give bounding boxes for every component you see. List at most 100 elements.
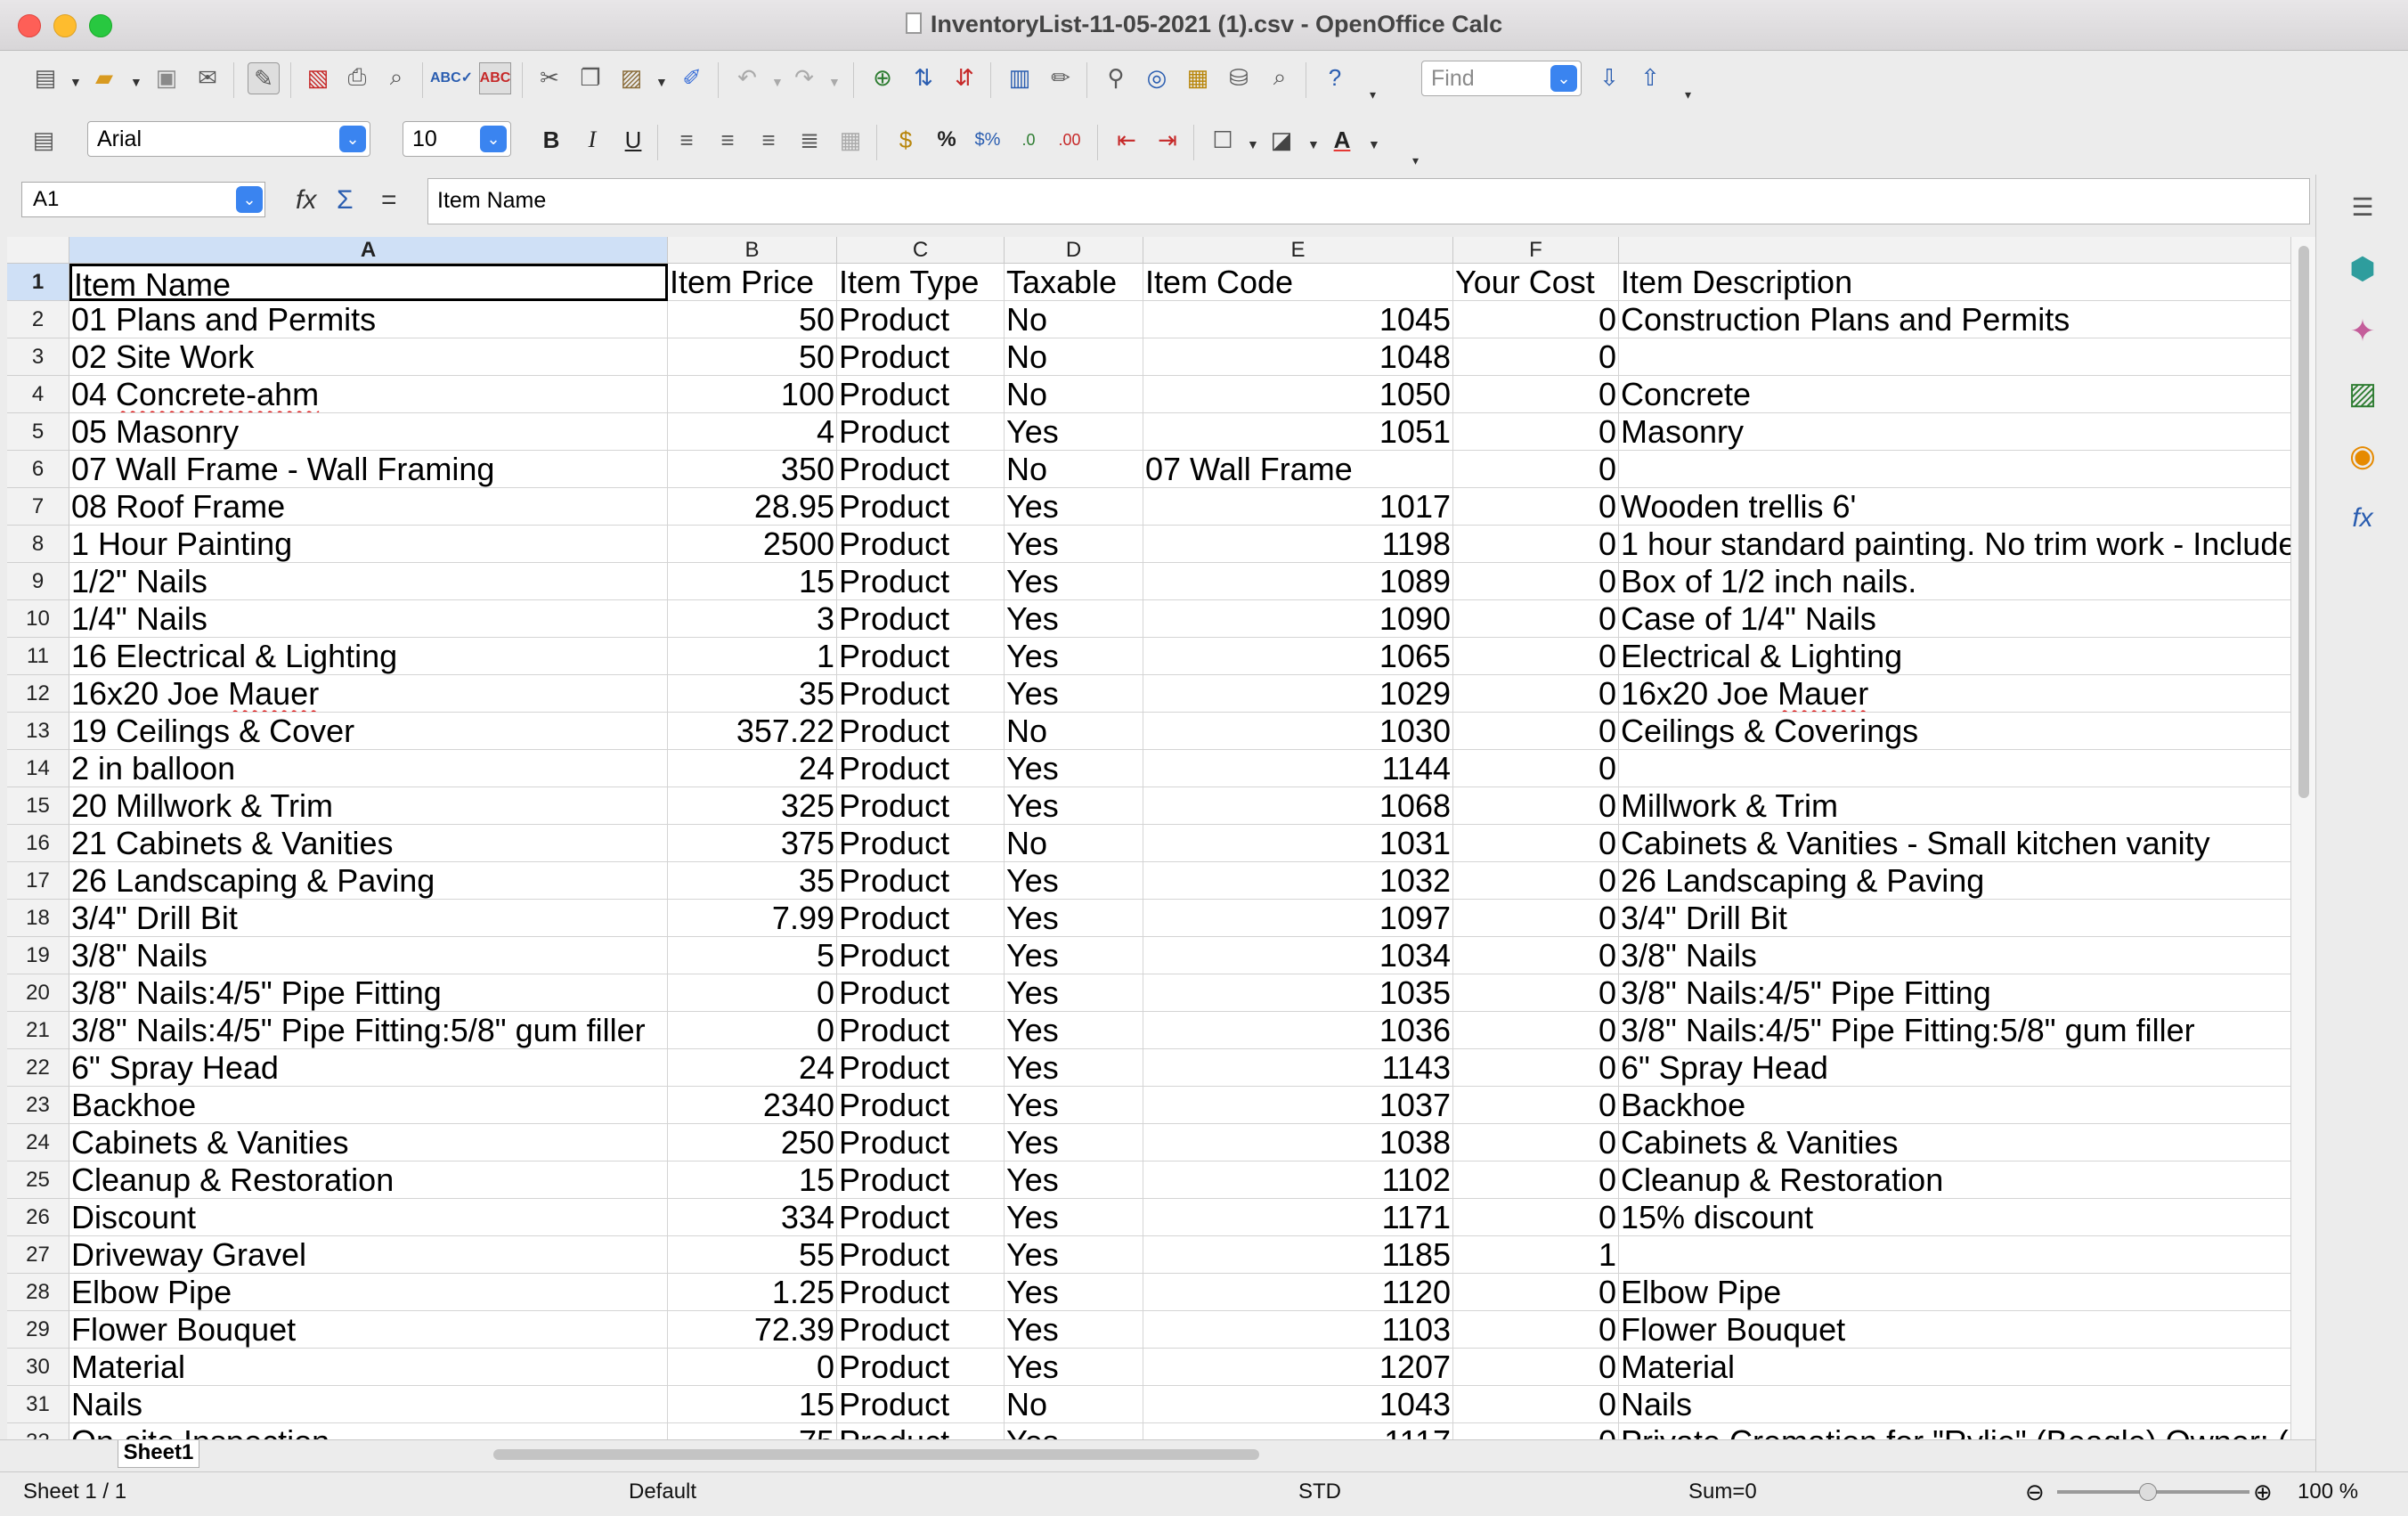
- cell-your-cost[interactable]: 0: [1453, 1012, 1619, 1049]
- cell-taxable[interactable]: Yes: [1005, 1423, 1143, 1439]
- vertical-scrollbar[interactable]: [2290, 237, 2316, 1439]
- cell-item-name[interactable]: 1/4" Nails: [69, 600, 668, 638]
- cell-taxable[interactable]: Yes: [1005, 787, 1143, 825]
- paste-icon[interactable]: ▨: [616, 62, 647, 93]
- find-previous-icon[interactable]: ⇧: [1635, 62, 1665, 93]
- cell-item-type[interactable]: Product: [837, 1012, 1005, 1049]
- new-document-icon[interactable]: ▤: [30, 62, 61, 93]
- cell-item-type[interactable]: Product: [837, 900, 1005, 937]
- cell-item-name[interactable]: 3/8" Nails: [69, 937, 668, 974]
- row-header[interactable]: 22: [7, 1049, 69, 1087]
- cell-item-code[interactable]: 1171: [1143, 1199, 1453, 1236]
- row-header[interactable]: 3: [7, 338, 69, 376]
- cell-item-name[interactable]: Backhoe: [69, 1087, 668, 1124]
- cell-item-price[interactable]: 75: [668, 1423, 837, 1439]
- cell-item-type[interactable]: Product: [837, 974, 1005, 1012]
- sidebar-menu-icon[interactable]: ☰: [2343, 187, 2382, 226]
- cell-item-description[interactable]: 3/8" Nails:4/5" Pipe Fitting:5/8" gum fi…: [1619, 1012, 2290, 1049]
- cell-taxable[interactable]: Yes: [1005, 600, 1143, 638]
- cell-item-type[interactable]: Product: [837, 376, 1005, 413]
- functions-panel-icon[interactable]: fx: [2343, 499, 2382, 538]
- cell-taxable[interactable]: Yes: [1005, 1349, 1143, 1386]
- cell-item-price[interactable]: 72.39: [668, 1311, 837, 1349]
- cell-item-description[interactable]: Box of 1/2 inch nails.: [1619, 563, 2290, 600]
- cell-item-price[interactable]: 50: [668, 338, 837, 376]
- cell-taxable[interactable]: Yes: [1005, 1311, 1143, 1349]
- cell-item-description[interactable]: 6" Spray Head: [1619, 1049, 2290, 1087]
- row-header[interactable]: 2: [7, 301, 69, 338]
- cell-taxable[interactable]: Yes: [1005, 900, 1143, 937]
- cell-item-code[interactable]: 1050: [1143, 376, 1453, 413]
- cell-item-name[interactable]: 1 Hour Painting: [69, 526, 668, 563]
- cell-item-price[interactable]: 50: [668, 301, 837, 338]
- row-header[interactable]: 12: [7, 675, 69, 713]
- autospellcheck-icon[interactable]: ABC: [479, 62, 511, 94]
- email-icon[interactable]: ✉: [192, 62, 223, 93]
- font-color-dropdown-icon[interactable]: ▼: [1368, 137, 1380, 151]
- cell-item-code[interactable]: 1038: [1143, 1124, 1453, 1161]
- cell-item-name[interactable]: On-site Inspection: [69, 1423, 668, 1439]
- cell-item-code[interactable]: 1185: [1143, 1236, 1453, 1274]
- cell-item-price[interactable]: 2340: [668, 1087, 837, 1124]
- row-header[interactable]: 24: [7, 1124, 69, 1161]
- cell-item-description[interactable]: [1619, 750, 2290, 787]
- page-preview-icon[interactable]: ⌕: [381, 62, 411, 93]
- cell-item-name[interactable]: 16 Electrical & Lighting: [69, 638, 668, 675]
- align-left-icon[interactable]: ≡: [671, 125, 702, 155]
- cell-your-cost[interactable]: 0: [1453, 1161, 1619, 1199]
- cell-item-description[interactable]: 3/8" Nails: [1619, 937, 2290, 974]
- zoom-slider-handle[interactable]: [2139, 1483, 2157, 1501]
- standard-format-icon[interactable]: $%: [972, 125, 1003, 155]
- spellcheck-icon[interactable]: ABC✓: [430, 62, 473, 93]
- decrease-indent-icon[interactable]: ⇤: [1111, 125, 1142, 155]
- cell-taxable[interactable]: Yes: [1005, 1274, 1143, 1311]
- cell-item-name[interactable]: 6" Spray Head: [69, 1049, 668, 1087]
- row-header[interactable]: 25: [7, 1161, 69, 1199]
- cell-your-cost[interactable]: 0: [1453, 1199, 1619, 1236]
- cell-item-name[interactable]: 3/8" Nails:4/5" Pipe Fitting: [69, 974, 668, 1012]
- cell-item-type[interactable]: Product: [837, 1199, 1005, 1236]
- cell-item-name[interactable]: Item Name: [69, 264, 668, 301]
- cell-item-description[interactable]: 26 Landscaping & Paving: [1619, 862, 2290, 900]
- column-header-e[interactable]: E: [1143, 237, 1453, 264]
- row-header[interactable]: 10: [7, 600, 69, 638]
- cell-item-code[interactable]: 1048: [1143, 338, 1453, 376]
- cell-your-cost[interactable]: 0: [1453, 713, 1619, 750]
- cell-item-code[interactable]: 1035: [1143, 974, 1453, 1012]
- cell-your-cost[interactable]: Your Cost: [1453, 264, 1619, 301]
- cell-item-name[interactable]: Material: [69, 1349, 668, 1386]
- cell-item-code[interactable]: 1034: [1143, 937, 1453, 974]
- cell-your-cost[interactable]: 0: [1453, 974, 1619, 1012]
- cell-item-price[interactable]: 35: [668, 862, 837, 900]
- cell-item-code[interactable]: 1143: [1143, 1049, 1453, 1087]
- percent-format-icon[interactable]: %: [931, 125, 962, 155]
- cell-item-type[interactable]: Product: [837, 1236, 1005, 1274]
- cell-item-description[interactable]: Cleanup & Restoration: [1619, 1161, 2290, 1199]
- cell-item-code[interactable]: 1207: [1143, 1349, 1453, 1386]
- cell-your-cost[interactable]: 0: [1453, 600, 1619, 638]
- row-header[interactable]: 15: [7, 787, 69, 825]
- cell-item-name[interactable]: 2 in balloon: [69, 750, 668, 787]
- cell-item-description[interactable]: 3/8" Nails:4/5" Pipe Fitting: [1619, 974, 2290, 1012]
- cell-item-type[interactable]: Product: [837, 862, 1005, 900]
- cell-item-price[interactable]: 0: [668, 1349, 837, 1386]
- name-box-dropdown-icon[interactable]: ⌄: [236, 186, 263, 213]
- cell-your-cost[interactable]: 0: [1453, 451, 1619, 488]
- cell-taxable[interactable]: Yes: [1005, 675, 1143, 713]
- cell-item-type[interactable]: Product: [837, 488, 1005, 526]
- cell-item-name[interactable]: Driveway Gravel: [69, 1236, 668, 1274]
- cell-your-cost[interactable]: 0: [1453, 1386, 1619, 1423]
- cell-item-price[interactable]: 4: [668, 413, 837, 451]
- cell-item-price[interactable]: 1.25: [668, 1274, 837, 1311]
- underline-icon[interactable]: U: [618, 125, 648, 155]
- cell-item-name[interactable]: 02 Site Work: [69, 338, 668, 376]
- increase-indent-icon[interactable]: ⇥: [1152, 125, 1183, 155]
- font-color-icon[interactable]: A: [1327, 125, 1357, 155]
- cell-item-code[interactable]: 1117: [1143, 1423, 1453, 1439]
- cell-taxable[interactable]: Yes: [1005, 488, 1143, 526]
- cell-item-type[interactable]: Product: [837, 413, 1005, 451]
- cell-item-type[interactable]: Product: [837, 1386, 1005, 1423]
- cell-item-code[interactable]: 1097: [1143, 900, 1453, 937]
- cell-item-name[interactable]: 16x20 Joe Mauer: [69, 675, 668, 713]
- cell-item-type[interactable]: Item Type: [837, 264, 1005, 301]
